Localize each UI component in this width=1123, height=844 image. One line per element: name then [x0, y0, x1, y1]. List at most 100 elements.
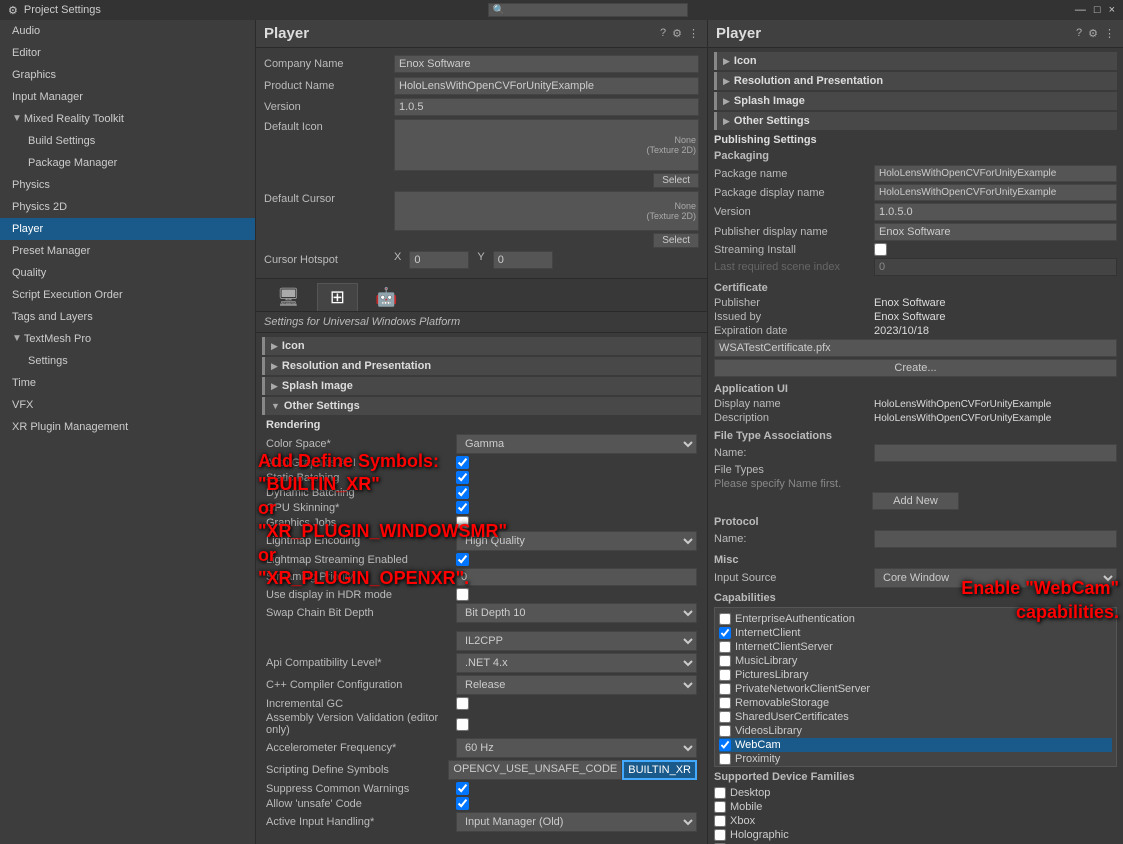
static-batching-checkbox[interactable]	[456, 471, 469, 484]
select-icon-btn[interactable]: Select	[653, 173, 699, 188]
right-scrollable[interactable]: ▶ Icon ▶ Resolution and Presentation ▶ S…	[708, 48, 1123, 844]
sidebar-item-time[interactable]: Time	[0, 372, 255, 394]
right-section-resolution[interactable]: ▶ Resolution and Presentation	[714, 72, 1117, 90]
sidebar-item-tags-layers[interactable]: Tags and Layers	[0, 306, 255, 328]
sidebar-item-player[interactable]: Player	[0, 218, 255, 240]
sidebar-item-vfx[interactable]: VFX	[0, 394, 255, 416]
sidebar-item-script-execution[interactable]: Script Execution Order	[0, 284, 255, 306]
auto-graphics-checkbox[interactable]	[456, 456, 469, 469]
capability-proximity[interactable]: Proximity	[719, 752, 1112, 766]
sidebar-item-xr[interactable]: XR Plugin Management	[0, 416, 255, 438]
incremental-gc-checkbox[interactable]	[456, 697, 469, 710]
help-icon[interactable]: ?	[660, 27, 666, 40]
streaming-install-checkbox[interactable]	[874, 243, 887, 256]
more-icon[interactable]: ⋮	[688, 27, 699, 40]
sidebar-item-audio[interactable]: Audio	[0, 20, 255, 42]
sidebar-item-quality[interactable]: Quality	[0, 262, 255, 284]
version-input[interactable]	[394, 98, 699, 116]
graphics-jobs-checkbox[interactable]	[456, 516, 469, 529]
sidebar-item-preset-manager[interactable]: Preset Manager	[0, 240, 255, 262]
sidebar-item-input-manager[interactable]: Input Manager	[0, 86, 255, 108]
center-panel-header: Player ? ⚙ ⋮	[256, 20, 707, 48]
sidebar-item-mrt[interactable]: ▼Mixed Reality Toolkit	[0, 108, 255, 130]
select-cursor-btn[interactable]: Select	[653, 233, 699, 248]
capability-removable-storage[interactable]: RemovableStorage	[719, 696, 1112, 710]
settings-icon[interactable]: ⚙	[672, 27, 682, 40]
sidebar-item-tm-settings[interactable]: Settings	[0, 350, 255, 372]
capabilities-list[interactable]: EnterpriseAuthentication InternetClient …	[714, 607, 1117, 767]
right-section-other[interactable]: ▶ Other Settings	[714, 112, 1117, 130]
right-section-splash[interactable]: ▶ Splash Image	[714, 92, 1117, 110]
publisher-display-name-input[interactable]	[874, 223, 1117, 241]
capability-microphone[interactable]: Microphone	[719, 766, 1112, 767]
file-assoc-name-input[interactable]	[874, 444, 1117, 462]
right-help-icon[interactable]: ?	[1076, 27, 1082, 40]
color-space-dropdown[interactable]: GammaLinear	[456, 434, 697, 454]
device-xbox[interactable]: Xbox	[714, 814, 1117, 828]
sidebar-item-physics[interactable]: Physics	[0, 174, 255, 196]
hdr-mode-checkbox[interactable]	[456, 588, 469, 601]
cert-file-input[interactable]	[714, 339, 1117, 357]
swap-chain-dropdown[interactable]: Bit Depth 10	[456, 603, 697, 623]
scripting-backend-dropdown[interactable]: IL2CPPMono	[456, 631, 697, 651]
section-splash[interactable]: ▶ Splash Image	[262, 377, 701, 395]
capability-music-library[interactable]: MusicLibrary	[719, 654, 1112, 668]
close-btn[interactable]: ×	[1109, 4, 1115, 16]
product-name-input[interactable]	[394, 77, 699, 95]
right-more-icon[interactable]: ⋮	[1104, 27, 1115, 40]
tab-windows[interactable]: ⊞	[317, 283, 358, 311]
company-name-input[interactable]	[394, 55, 699, 73]
tab-desktop[interactable]: 🖥	[264, 283, 313, 311]
input-source-dropdown[interactable]: Core Window	[874, 568, 1117, 588]
cpp-config-dropdown[interactable]: ReleaseDebug	[456, 675, 697, 695]
dynamic-batching-checkbox[interactable]	[456, 486, 469, 499]
maximize-btn[interactable]: □	[1094, 4, 1101, 16]
package-display-name-input[interactable]	[874, 184, 1117, 201]
center-scrollable[interactable]: ▶ Icon ▶ Resolution and Presentation ▶ S…	[256, 333, 707, 844]
gpu-skinning-checkbox[interactable]	[456, 501, 469, 514]
right-settings-icon[interactable]: ⚙	[1088, 27, 1098, 40]
protocol-name-input[interactable]	[874, 530, 1117, 548]
capability-webcam[interactable]: WebCam	[719, 738, 1112, 752]
device-desktop[interactable]: Desktop	[714, 786, 1117, 800]
sidebar-item-graphics[interactable]: Graphics	[0, 64, 255, 86]
package-name-input[interactable]	[874, 165, 1117, 182]
input-handling-dropdown[interactable]: Input Manager (Old)Input System Package	[456, 812, 697, 832]
lightmap-encoding-dropdown[interactable]: High QualityLow Quality	[456, 531, 697, 551]
sidebar-item-package-manager[interactable]: Package Manager	[0, 152, 255, 174]
sidebar-item-physics2d[interactable]: Physics 2D	[0, 196, 255, 218]
capability-private-network[interactable]: PrivateNetworkClientServer	[719, 682, 1112, 696]
sidebar-item-editor[interactable]: Editor	[0, 42, 255, 64]
capability-shared-user-certs[interactable]: SharedUserCertificates	[719, 710, 1112, 724]
title-bar: ⚙ Project Settings 🔍 — □ ×	[0, 0, 1123, 20]
section-icon[interactable]: ▶ Icon	[262, 337, 701, 355]
create-cert-btn[interactable]: Create...	[714, 359, 1117, 377]
suppress-warnings-checkbox[interactable]	[456, 782, 469, 795]
minimize-btn[interactable]: —	[1075, 4, 1086, 16]
api-compat-dropdown[interactable]: .NET 4.x.NET 2.0	[456, 653, 697, 673]
device-holographic[interactable]: Holographic	[714, 828, 1117, 842]
assembly-validation-checkbox[interactable]	[456, 718, 469, 731]
pkg-version-input[interactable]	[874, 203, 1117, 221]
capability-enterprise-auth[interactable]: EnterpriseAuthentication	[719, 612, 1112, 626]
right-section-icon[interactable]: ▶ Icon	[714, 52, 1117, 70]
last-scene-index-input[interactable]	[874, 258, 1117, 276]
lightmap-streaming-checkbox[interactable]	[456, 553, 469, 566]
section-other-settings[interactable]: ▼ Other Settings	[262, 397, 701, 415]
device-mobile[interactable]: Mobile	[714, 800, 1117, 814]
allow-unsafe-checkbox[interactable]	[456, 797, 469, 810]
capability-internet-client-server[interactable]: InternetClientServer	[719, 640, 1112, 654]
cursor-hotspot-x[interactable]	[409, 251, 469, 269]
sidebar-item-build-settings[interactable]: Build Settings	[0, 130, 255, 152]
sidebar-item-textmesh[interactable]: ▼TextMesh Pro	[0, 328, 255, 350]
capability-pictures-library[interactable]: PicturesLibrary	[719, 668, 1112, 682]
add-new-btn[interactable]: Add New	[872, 492, 959, 510]
accel-freq-dropdown[interactable]: 60 Hz30 Hz	[456, 738, 697, 758]
capabilities-title: Capabilities	[714, 592, 1117, 604]
capability-internet-client[interactable]: InternetClient	[719, 626, 1112, 640]
capability-videos-library[interactable]: VideosLibrary	[719, 724, 1112, 738]
cursor-hotspot-y[interactable]	[493, 251, 553, 269]
streaming-priority-input[interactable]	[456, 568, 697, 586]
tab-android[interactable]: 🤖	[362, 283, 410, 311]
section-resolution[interactable]: ▶ Resolution and Presentation	[262, 357, 701, 375]
